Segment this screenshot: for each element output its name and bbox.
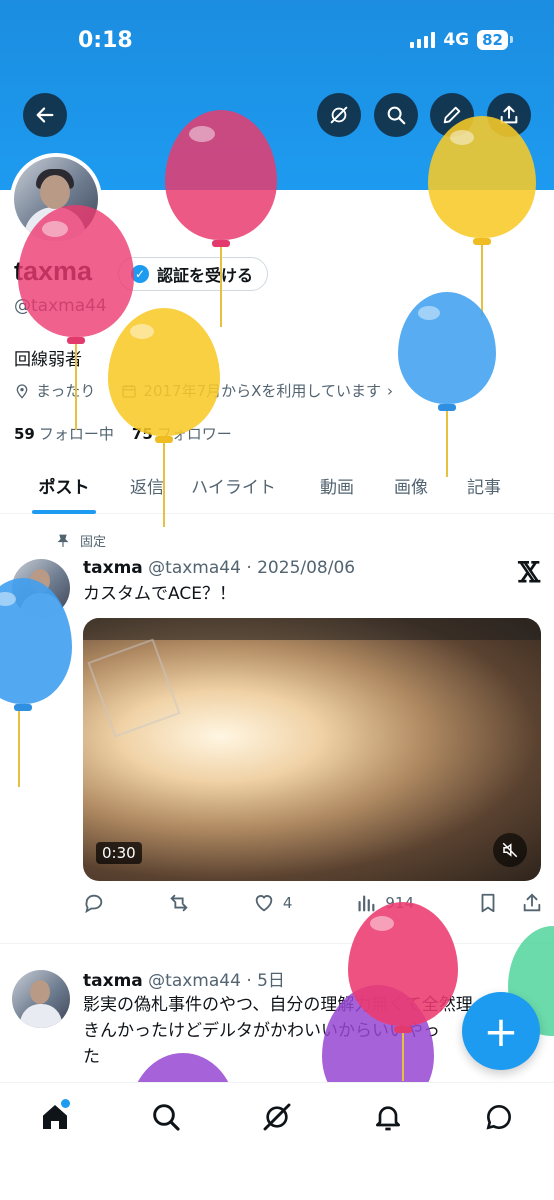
like-button[interactable]: 4 [253,892,293,914]
game-minimap [87,638,181,738]
reply-icon [85,894,103,914]
follow-stats: 59 フォロー中 75 フォロワー [14,423,232,444]
post-header: taxma @taxma44 · 2025/08/06 [83,558,355,578]
following-count: 59 [14,425,35,443]
followers-count: 75 [131,425,153,443]
arrow-left-icon [36,107,54,123]
followers-label: フォロワー [156,425,232,443]
view-count: 914 [385,894,415,912]
compose-button[interactable]: + [462,992,540,1070]
views-button[interactable]: 914 [355,892,414,914]
status-time: 0:18 [78,28,133,53]
post-text-line: た [83,1047,100,1067]
grok-button[interactable] [317,93,361,137]
edit-button[interactable] [430,93,474,137]
nav-messages[interactable] [474,1101,524,1141]
chevron-right-icon[interactable]: › [387,382,393,400]
tab-posts[interactable]: ポスト [0,458,128,513]
nav-notifications[interactable] [363,1101,413,1141]
battery-icon: 82 [477,30,513,50]
pin-icon [57,534,69,547]
repost-button[interactable] [168,892,190,914]
like-count: 4 [282,894,293,912]
calendar-icon [122,384,137,398]
x-logo-icon: 𝕏 [518,556,540,589]
profile-avatar[interactable] [10,153,102,245]
heart-icon [255,895,273,912]
video-duration: 0:30 [96,842,142,864]
game-hud [83,618,541,640]
reply-button[interactable] [83,892,105,914]
profile-tabs: ポスト 返信 ハイライト 動画 画像 記事 [0,458,554,514]
search-button[interactable] [374,93,418,137]
followers-link[interactable]: 75 フォロワー [132,423,232,444]
profile-display-name: taxma [14,256,93,286]
get-verified-button[interactable]: ✓ 認証を受ける [118,257,269,291]
search-icon [153,1104,180,1131]
bookmark-share-group [477,892,543,914]
muted-speaker-icon [502,842,518,858]
post-author-name[interactable]: taxma [83,558,143,578]
post-avatar[interactable] [12,559,70,617]
pinned-indicator: 固定 [56,531,106,550]
profile-handle: @taxma44 [14,296,107,316]
post-text-line: 影実の偽札事件のやつ、自分の理解力無くて全然理 [83,995,473,1015]
post-video[interactable] [83,618,541,881]
nav-home[interactable] [30,1099,80,1141]
tab-articles[interactable]: 記事 [449,458,519,513]
bookmark-icon[interactable] [477,892,499,914]
location-icon [16,383,28,399]
post-text-line: きんかったけどデルタがかわいいからいいやっ [83,1021,440,1041]
tab-videos[interactable]: 動画 [301,458,373,513]
network-type: 4G [443,30,470,50]
post-avatar[interactable] [12,970,70,1028]
profile-joined: 2017年7月からXを利用しています [143,382,381,400]
share-post-icon[interactable] [521,892,543,914]
following-label: フォロー中 [38,425,114,443]
post-divider [0,943,554,944]
get-verified-label: 認証を受ける [157,266,254,285]
post-handle-date: @taxma44 · 5日 [148,971,285,991]
signal-icon [410,32,436,48]
tab-media[interactable]: 画像 [373,458,449,513]
nav-grok[interactable] [252,1101,302,1141]
profile-bio: 回線弱者 [14,350,82,370]
blue-balloon [398,292,496,482]
views-icon [358,895,375,912]
share-button[interactable] [487,93,531,137]
post-handle-date: @taxma44 · 2025/08/06 [148,558,356,578]
profile-location: まったり [36,382,96,400]
nav-search[interactable] [141,1101,191,1141]
post-text: カスタムでACE？！ [83,584,236,604]
post-actions: 4 914 [83,892,543,914]
messages-icon [486,1105,511,1130]
bell-icon [375,1106,400,1131]
following-link[interactable]: 59 フォロー中 [14,423,114,444]
search-icon [387,106,406,125]
profile-meta: まったり 2017年7月からXを利用しています › [14,380,393,401]
tab-highlights[interactable]: ハイライト [166,458,301,513]
post-header: taxma @taxma44 · 5日 [83,966,285,991]
pinned-label: 固定 [80,535,107,550]
post-author-name[interactable]: taxma [83,971,143,991]
grok-icon [330,106,348,124]
tab-replies[interactable]: 返信 [128,458,166,513]
mute-button[interactable] [493,833,527,867]
bottom-navigation [0,1082,554,1200]
back-button[interactable] [23,93,67,137]
pencil-icon [443,106,461,124]
status-indicators: 4G 82 [410,30,513,50]
post-text: 影実の偽札事件のやつ、自分の理解力無くて全然理 きんかったけどデルタがかわいいか… [83,992,473,1070]
verified-badge-icon: ✓ [131,265,149,283]
grok-icon [263,1103,291,1131]
share-icon [500,105,518,124]
repost-icon [170,894,188,912]
